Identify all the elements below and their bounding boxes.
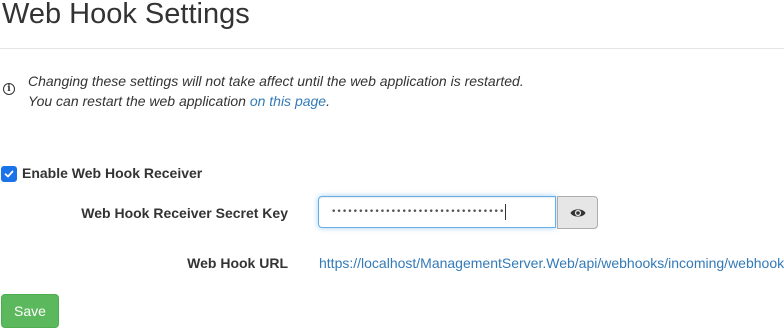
secret-key-value: •••••••••••••••••••••••••••••••• xyxy=(331,207,505,217)
title-divider xyxy=(0,48,784,49)
web-hook-url-label: Web Hook URL xyxy=(187,255,288,271)
eye-icon xyxy=(570,208,585,217)
web-hook-url-link[interactable]: https://localhost/ManagementServer.Web/a… xyxy=(319,255,784,271)
notice-line-2: You can restart the web application on t… xyxy=(28,91,524,111)
secret-key-label: Web Hook Receiver Secret Key xyxy=(81,205,288,221)
reveal-secret-button[interactable] xyxy=(557,196,598,229)
restart-page-link[interactable]: on this page xyxy=(250,93,326,109)
enable-receiver-checkbox[interactable] xyxy=(1,166,17,182)
page-title: Web Hook Settings xyxy=(2,0,250,30)
notice-line-2-suffix: . xyxy=(326,93,330,109)
notice-line-2-prefix: You can restart the web application xyxy=(28,93,250,109)
checkmark-icon xyxy=(4,170,14,178)
enable-receiver-row[interactable]: Enable Web Hook Receiver xyxy=(1,163,202,182)
save-button[interactable]: Save xyxy=(1,294,59,328)
info-icon: i xyxy=(3,83,15,95)
secret-key-input[interactable]: •••••••••••••••••••••••••••••••• xyxy=(318,196,556,228)
text-caret xyxy=(505,203,507,220)
enable-receiver-label: Enable Web Hook Receiver xyxy=(22,164,203,181)
restart-notice: Changing these settings will not take af… xyxy=(28,71,524,111)
notice-line-1: Changing these settings will not take af… xyxy=(28,73,524,89)
web-hook-settings-page: Web Hook Settings i Changing these setti… xyxy=(0,0,784,329)
